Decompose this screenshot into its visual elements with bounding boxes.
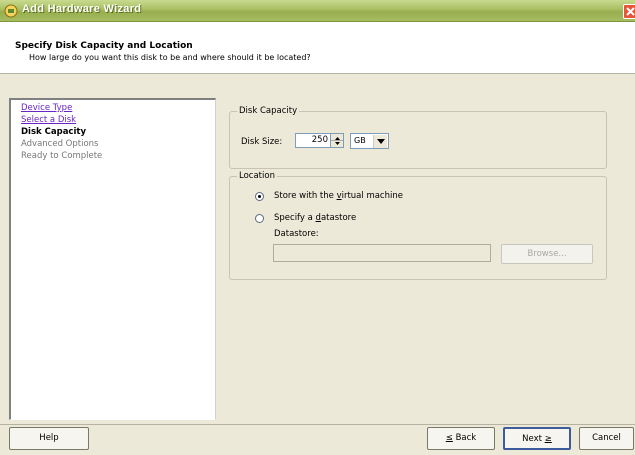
wizard-steps-panel: Device Type Select a Disk Disk Capacity … <box>9 98 216 420</box>
datastore-field <box>273 244 491 262</box>
disk-size-input[interactable]: 250 <box>295 133 331 148</box>
browse-button[interactable]: Browse... <box>501 244 593 264</box>
disk-size-label: Disk Size: <box>241 137 283 147</box>
location-group: Location Store with the virtual machine … <box>229 171 607 280</box>
step-disk-capacity: Disk Capacity <box>21 127 86 137</box>
store-with-vm-radio[interactable] <box>255 192 264 201</box>
title-bar: Add Hardware Wizard <box>0 0 635 22</box>
window-title: Add Hardware Wizard <box>22 3 142 15</box>
location-group-label: Location <box>237 171 277 181</box>
specify-datastore-label[interactable]: Specify a datastore <box>274 213 356 223</box>
specify-datastore-radio[interactable] <box>255 214 264 223</box>
help-button[interactable]: Help <box>9 427 89 450</box>
disk-size-stepper[interactable] <box>331 133 344 148</box>
step-device-type[interactable]: Device Type <box>21 103 72 113</box>
close-button[interactable] <box>623 4 635 19</box>
page-title: Specify Disk Capacity and Location <box>15 41 193 51</box>
datastore-label: Datastore: <box>274 229 319 239</box>
disk-unit-value: GB <box>354 136 366 145</box>
disk-unit-select[interactable]: GB <box>350 133 389 149</box>
wizard-header: Specify Disk Capacity and Location How l… <box>0 22 635 74</box>
back-button[interactable]: ≤ Back <box>427 427 495 450</box>
stepper-down-button[interactable] <box>331 141 343 148</box>
next-button[interactable]: Next ≥ <box>503 427 571 450</box>
arrow-down-icon <box>335 141 340 145</box>
disk-unit-dropdown-button[interactable] <box>373 135 387 148</box>
step-ready-to-complete: Ready to Complete <box>21 151 103 161</box>
disk-capacity-group: Disk Capacity Disk Size: 250 GB <box>229 106 607 169</box>
cancel-button[interactable]: Cancel <box>579 427 634 450</box>
step-select-disk[interactable]: Select a Disk <box>21 115 76 125</box>
footer-separator <box>0 424 635 425</box>
step-advanced-options: Advanced Options <box>21 139 99 149</box>
wizard-app-icon <box>4 4 18 18</box>
chevron-down-icon <box>377 139 385 144</box>
page-subtitle: How large do you want this disk to be an… <box>29 53 311 62</box>
close-icon <box>626 7 635 16</box>
disk-capacity-group-label: Disk Capacity <box>237 106 300 116</box>
store-with-vm-label[interactable]: Store with the virtual machine <box>274 191 403 201</box>
